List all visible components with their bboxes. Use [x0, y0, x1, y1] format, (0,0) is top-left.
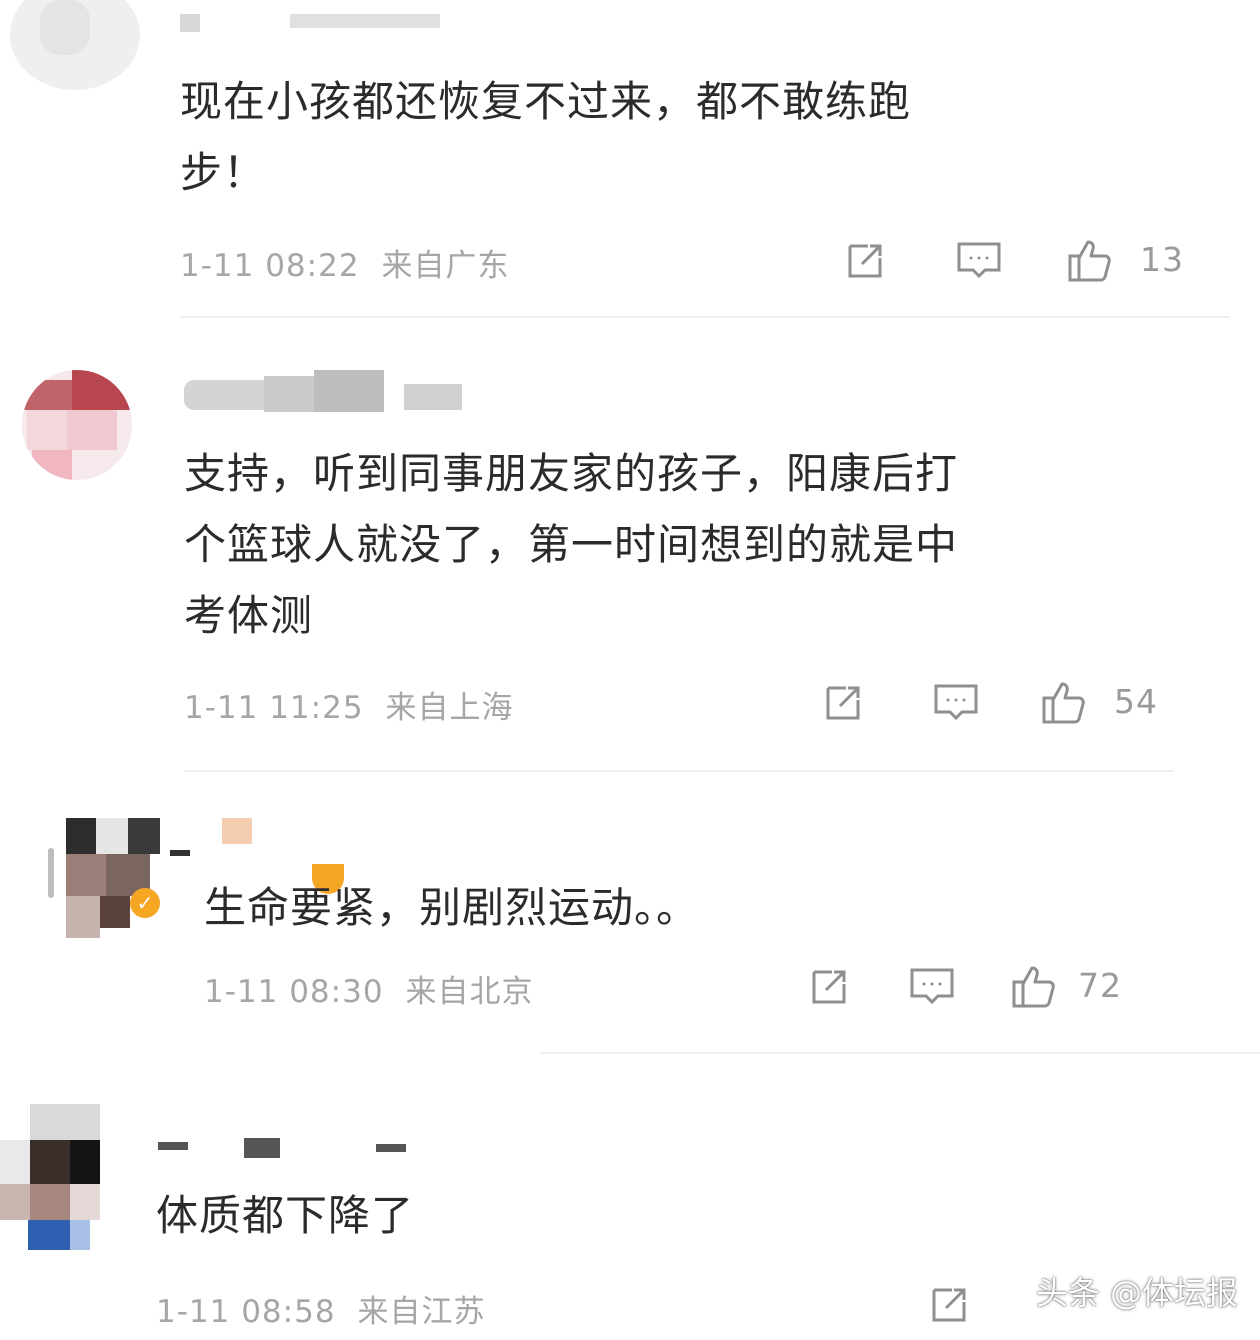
divider	[540, 1052, 1260, 1054]
location: 来自广东	[381, 248, 510, 284]
comment-meta: 1-11 08:22 来自广东	[180, 240, 532, 285]
timestamp: 1-11 08:22	[180, 248, 360, 284]
username-blurred[interactable]	[158, 1138, 418, 1162]
comment-meta: 1-11 08:30 来自北京	[204, 966, 556, 1011]
comment-meta: 1-11 11:25 来自上海	[184, 682, 536, 727]
comment-text: 生命要紧，别剧烈运动。。	[204, 883, 700, 932]
comment-2: 支持，听到同事朋友家的孩子，阳康后打 个篮球人就没了，第一时间想到的就是中 考体…	[0, 340, 1260, 780]
location: 来自江苏	[357, 1294, 486, 1330]
comment-1: 现在小孩都还恢复不过来，都不敢练跑 步！ 1-11 08:22 来自广东 13	[0, 0, 1260, 320]
thumbs-up-icon[interactable]	[1040, 678, 1088, 726]
like-count: 54	[1114, 682, 1158, 721]
share-icon[interactable]	[818, 678, 866, 726]
timestamp: 1-11 08:30	[204, 974, 384, 1010]
location: 来自上海	[385, 690, 514, 726]
thumbs-up-icon[interactable]	[1010, 962, 1058, 1010]
share-icon[interactable]	[924, 1280, 972, 1328]
comment-icon[interactable]	[908, 962, 956, 1010]
avatar[interactable]	[10, 0, 140, 90]
location: 来自北京	[405, 974, 534, 1010]
comment-actions: 54	[818, 678, 1178, 726]
share-icon[interactable]	[840, 236, 888, 284]
comment-text: 支持，听到同事朋友家的孩子，阳康后打 个篮球人就没了，第一时间想到的就是中 考体…	[184, 449, 959, 640]
comment-icon[interactable]	[955, 236, 1003, 284]
watermark: 头条 @体坛报	[1035, 1274, 1238, 1312]
comment-icon[interactable]	[932, 678, 980, 726]
username-blurred[interactable]	[180, 14, 450, 36]
timestamp: 1-11 11:25	[184, 690, 364, 726]
username-blurred[interactable]	[184, 370, 464, 414]
divider	[180, 316, 1230, 318]
comment-actions: 72	[804, 962, 1144, 1010]
username-blurred[interactable]	[170, 818, 350, 894]
comment-meta: 1-11 08:58 来自江苏	[156, 1286, 508, 1331]
comment-actions: 13	[840, 236, 1200, 284]
comment-3: ✓ 生命要紧，别剧烈运动。。 1-11 08:30 来自北京 72	[0, 800, 1260, 1070]
like-count: 72	[1078, 966, 1122, 1005]
avatar[interactable]	[22, 370, 132, 480]
share-icon[interactable]	[804, 962, 852, 1010]
timestamp: 1-11 08:58	[156, 1294, 336, 1330]
thumbs-up-icon[interactable]	[1066, 236, 1114, 284]
verified-badge-icon: ✓	[130, 888, 160, 918]
avatar[interactable]	[0, 1104, 100, 1250]
like-count: 13	[1140, 240, 1184, 279]
divider	[184, 770, 1174, 772]
comment-text: 现在小孩都还恢复不过来，都不敢练跑 步！	[180, 77, 912, 197]
avatar[interactable]: ✓	[48, 818, 160, 938]
comment-text: 体质都下降了	[156, 1191, 415, 1240]
